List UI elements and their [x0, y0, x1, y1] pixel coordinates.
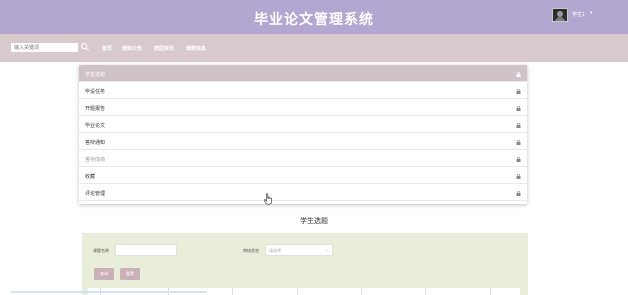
user-name[interactable]: 学生1	[572, 11, 585, 18]
table-column-divider	[361, 288, 362, 295]
menu-item-defense-score[interactable]: 答辩成绩	[79, 150, 527, 167]
lock-icon	[516, 157, 521, 162]
lock-icon	[516, 72, 521, 77]
lock-icon	[516, 174, 521, 179]
menu-item-label: 毕业论文	[85, 123, 106, 129]
menu-item-label: 答辩通知	[85, 140, 106, 146]
table-column-divider	[425, 288, 426, 295]
filter-panel	[82, 233, 528, 295]
menu-item-comment-management[interactable]: 评论管理	[79, 184, 527, 201]
lock-icon	[516, 191, 521, 196]
table-column-divider	[490, 288, 491, 295]
menu-item-defense-notice[interactable]: 答辩通知	[79, 133, 527, 150]
review-status-value: 请选择	[269, 248, 281, 253]
nav-link-campus-news[interactable]: 校园资讯	[154, 45, 174, 52]
menu-item-student-topic[interactable]: 学生选题	[79, 65, 527, 82]
menu-item-thesis[interactable]: 毕业论文	[79, 116, 527, 133]
lock-icon	[516, 140, 521, 145]
search-input[interactable]	[11, 43, 78, 52]
search-button[interactable]: 查询	[94, 268, 114, 280]
menu-item-label: 开题报告	[85, 106, 106, 112]
search-icon[interactable]	[80, 42, 90, 52]
menu-item-graduation-task[interactable]: 毕设任务	[79, 82, 527, 99]
nav-bar	[0, 34, 628, 62]
topic-name-input[interactable]	[115, 244, 177, 256]
user-avatar[interactable]	[552, 8, 568, 22]
site-title: 毕业论文管理系统	[254, 11, 374, 27]
review-status-label: 审核状态	[243, 248, 259, 253]
user-menu-dropdown: 学生选题 毕设任务 开题报告 毕业论文 答辩通知 答辩成绩 收藏 评论管理	[79, 65, 527, 204]
table-column-divider	[297, 288, 298, 295]
table-column-divider	[232, 288, 233, 295]
lock-icon	[516, 123, 521, 128]
horizontal-scrollbar[interactable]	[11, 291, 207, 293]
chevron-down-icon: ⌄	[326, 247, 330, 252]
nav-link-notices[interactable]: 通知公告	[122, 45, 142, 52]
nav-link-home[interactable]: 首页	[102, 45, 112, 52]
menu-item-label: 评论管理	[85, 191, 106, 197]
reset-button[interactable]: 重置	[120, 268, 140, 280]
lock-icon	[516, 89, 521, 94]
menu-item-label: 毕设任务	[85, 89, 106, 95]
page-title: 学生选题	[300, 218, 328, 225]
menu-item-favorites[interactable]: 收藏	[79, 167, 527, 184]
review-status-select[interactable]: 请选择 ⌄	[265, 244, 333, 256]
menu-item-label: 收藏	[85, 174, 96, 180]
chevron-down-icon[interactable]: ▾	[590, 10, 593, 16]
hand-cursor-icon	[263, 193, 272, 205]
topic-name-label: 课题名称	[93, 248, 109, 253]
nav-link-topic-info[interactable]: 课题信息	[186, 45, 206, 52]
menu-item-label: 答辩成绩	[85, 157, 106, 163]
menu-item-label: 学生选题	[85, 72, 106, 78]
lock-icon	[516, 106, 521, 111]
menu-item-opening-report[interactable]: 开题报告	[79, 99, 527, 116]
